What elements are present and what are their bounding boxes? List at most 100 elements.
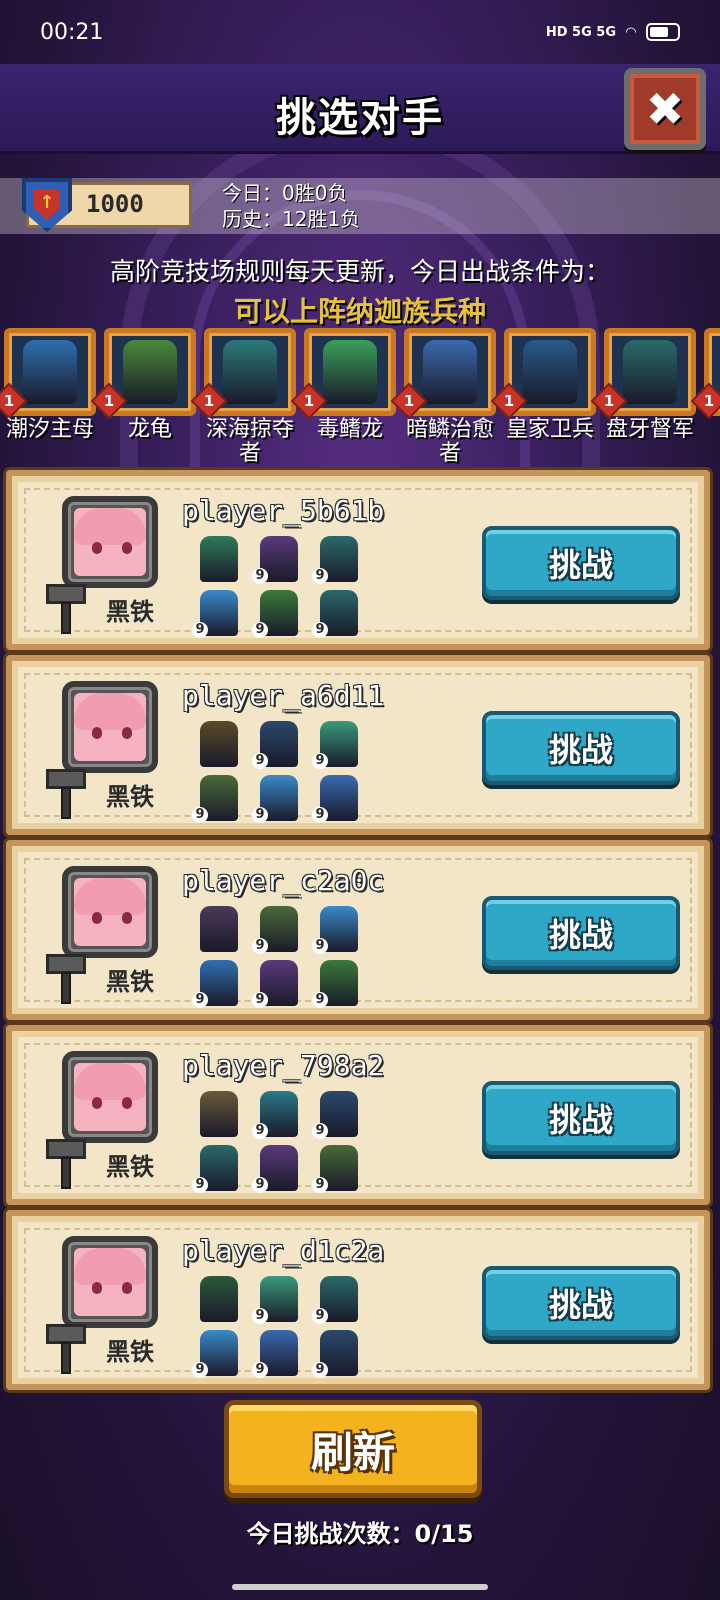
rule-text: 高阶竞技场规则每天更新，今日出战条件为： bbox=[109, 257, 610, 286]
close-button[interactable]: ✖ bbox=[624, 68, 706, 150]
team-unit: 9 bbox=[192, 773, 248, 825]
unit-sprite-icon bbox=[623, 340, 677, 404]
unit-card[interactable]: 1 毒鳍龙 bbox=[290, 326, 396, 466]
unit-level: 9 bbox=[192, 992, 208, 1008]
unit-level: 1 bbox=[103, 392, 115, 410]
eligible-units-row[interactable]: 1 潮汐主母 1 龙龟 1 深海掠夺者 1 毒鳍龙 1 暗鳞治愈者 1 皇家卫兵… bbox=[0, 326, 720, 466]
team-unit: 9 bbox=[252, 588, 308, 640]
unit-level: 9 bbox=[312, 992, 328, 1008]
unit-card[interactable]: 1 黑 bbox=[690, 326, 720, 466]
unit-sprite-icon bbox=[23, 340, 77, 404]
signal-icon: HD 5G 5G bbox=[545, 24, 616, 40]
avatar-face-icon bbox=[74, 693, 146, 761]
team-unit: 9 bbox=[252, 958, 308, 1010]
unit-name: 盘牙督军 bbox=[605, 417, 694, 442]
unit-card[interactable]: 1 龙龟 bbox=[90, 326, 196, 466]
unit-name: 皇家卫兵 bbox=[505, 417, 594, 442]
team-unit: 9 bbox=[312, 773, 368, 825]
status-bar: 00:21 HD 5G 5G ◠ bbox=[0, 0, 720, 64]
unit-sprite-icon bbox=[323, 340, 377, 404]
avatar[interactable] bbox=[62, 866, 158, 958]
team-unit: 9 bbox=[252, 773, 308, 825]
unit-sprite-icon bbox=[200, 1091, 238, 1137]
hammer-icon bbox=[42, 584, 90, 636]
unit-card[interactable]: 1 盘牙督军 bbox=[590, 326, 696, 466]
unit-sprite-icon bbox=[200, 721, 238, 767]
avatar[interactable] bbox=[62, 681, 158, 773]
challenge-button[interactable]: 挑战 bbox=[482, 526, 680, 600]
hammer-icon bbox=[42, 1139, 90, 1191]
wifi-icon: ◠ bbox=[626, 24, 636, 40]
unit-level: 9 bbox=[252, 807, 268, 823]
team-grid: 9 9 9 9 9 bbox=[192, 719, 372, 829]
challenge-button[interactable]: 挑战 bbox=[482, 711, 680, 785]
battery-icon bbox=[646, 23, 680, 41]
player-name: player_798a2 bbox=[182, 1049, 385, 1082]
unit-level: 9 bbox=[312, 1362, 328, 1378]
unit-level: 9 bbox=[252, 938, 268, 954]
unit-card[interactable]: 1 潮汐主母 bbox=[0, 326, 96, 466]
player-name: player_a6d11 bbox=[182, 679, 385, 712]
home-indicator[interactable] bbox=[232, 1584, 488, 1590]
team-unit: 9 bbox=[192, 1328, 248, 1380]
rank-label: 黑铁 bbox=[106, 598, 154, 626]
team-unit: 9 bbox=[252, 1328, 308, 1380]
team-grid: 9 9 9 9 9 bbox=[192, 1274, 372, 1384]
avatar[interactable] bbox=[62, 1051, 158, 1143]
status-time: 00:21 bbox=[40, 19, 104, 45]
unit-card[interactable]: 1 深海掠夺者 bbox=[190, 326, 296, 466]
avatar-face-icon bbox=[74, 878, 146, 946]
unit-name: 暗鳞治愈者 bbox=[405, 417, 494, 466]
hammer-icon bbox=[42, 769, 90, 821]
unit-level: 1 bbox=[303, 392, 315, 410]
avatar[interactable] bbox=[62, 496, 158, 588]
unit-name: 龙龟 bbox=[127, 417, 172, 442]
today-record: 今日：0胜0负 bbox=[222, 181, 348, 205]
unit-name: 潮汐主母 bbox=[5, 417, 94, 442]
avatar-face-icon bbox=[74, 1248, 146, 1316]
rank-label: 黑铁 bbox=[106, 783, 154, 811]
unit-level: 9 bbox=[312, 622, 328, 638]
avatar[interactable] bbox=[62, 1236, 158, 1328]
challenge-button[interactable]: 挑战 bbox=[482, 1081, 680, 1155]
unit-level: 9 bbox=[252, 753, 268, 769]
team-unit: 9 bbox=[312, 904, 368, 956]
avatar-face-icon bbox=[74, 1063, 146, 1131]
team-unit: 9 bbox=[312, 1328, 368, 1380]
opponent-card: 黑铁 player_798a2 9 9 9 9 9 挑战 bbox=[6, 1025, 710, 1205]
unit-level: 9 bbox=[312, 568, 328, 584]
challenge-button[interactable]: 挑战 bbox=[482, 1266, 680, 1340]
unit-level: 9 bbox=[252, 622, 268, 638]
team-grid: 9 9 9 9 9 bbox=[192, 534, 372, 644]
team-unit bbox=[192, 1274, 248, 1326]
unit-level: 9 bbox=[312, 1177, 328, 1193]
score-value: 1000 bbox=[86, 190, 144, 218]
team-unit bbox=[192, 719, 248, 771]
unit-level: 9 bbox=[312, 1123, 328, 1139]
rule-condition: 可以上阵纳迦族兵种 bbox=[233, 295, 486, 328]
unit-card[interactable]: 1 皇家卫兵 bbox=[490, 326, 596, 466]
challenge-button[interactable]: 挑战 bbox=[482, 896, 680, 970]
team-unit: 9 bbox=[192, 588, 248, 640]
unit-level: 9 bbox=[252, 568, 268, 584]
unit-level: 1 bbox=[603, 392, 615, 410]
unit-sprite-icon bbox=[423, 340, 477, 404]
unit-level: 9 bbox=[312, 807, 328, 823]
unit-card[interactable]: 1 暗鳞治愈者 bbox=[390, 326, 496, 466]
unit-level: 9 bbox=[252, 1362, 268, 1378]
team-unit: 9 bbox=[192, 1143, 248, 1195]
refresh-button[interactable]: 刷新 bbox=[224, 1400, 482, 1498]
unit-level: 9 bbox=[252, 992, 268, 1008]
opponent-card: 黑铁 player_d1c2a 9 9 9 9 9 挑战 bbox=[6, 1210, 710, 1390]
unit-level: 9 bbox=[252, 1177, 268, 1193]
unit-sprite-icon bbox=[123, 340, 177, 404]
rank-label: 黑铁 bbox=[106, 968, 154, 996]
team-unit: 9 bbox=[252, 1089, 308, 1141]
history-record: 历史：12胜1负 bbox=[222, 207, 361, 231]
unit-sprite-icon bbox=[523, 340, 577, 404]
team-unit: 9 bbox=[252, 719, 308, 771]
unit-level: 1 bbox=[403, 392, 415, 410]
team-unit: 9 bbox=[312, 588, 368, 640]
unit-level: 9 bbox=[312, 938, 328, 954]
team-unit: 9 bbox=[312, 1143, 368, 1195]
